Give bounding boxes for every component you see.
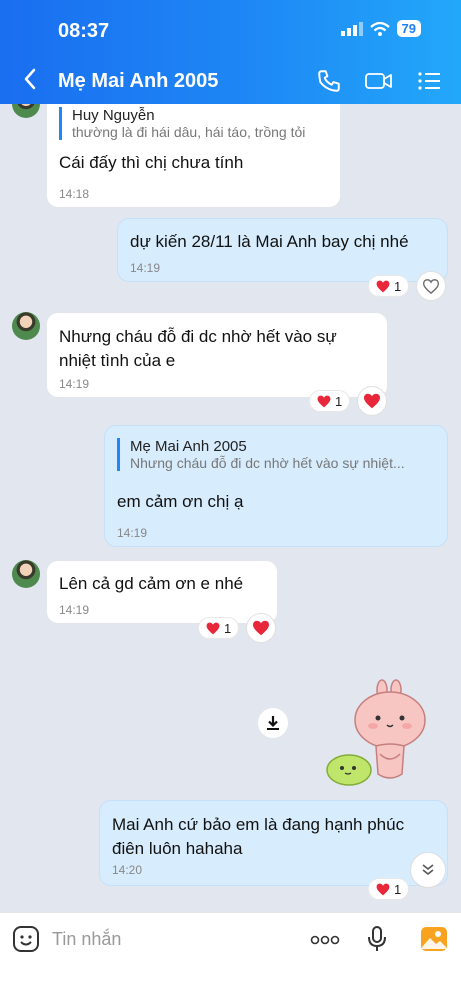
incoming-message[interactable]: Lên cả gd cảm ơn e nhé 14:19 — [46, 560, 278, 624]
heart-icon — [317, 395, 331, 407]
heart-icon — [364, 393, 380, 409]
reply-quote[interactable]: Mẹ Mai Anh 2005 Nhưng cháu đỗ đi dc nhờ … — [117, 438, 405, 471]
battery-indicator: 79 — [396, 20, 421, 37]
message-text: dự kiến 28/11 là Mai Anh bay chị nhé — [130, 232, 409, 251]
outgoing-message[interactable]: Mẹ Mai Anh 2005 Nhưng cháu đỗ đi dc nhờ … — [104, 425, 448, 547]
heart-icon — [206, 622, 220, 634]
download-icon — [267, 716, 279, 730]
reaction-count: 1 — [224, 620, 232, 636]
reply-quote-text: thường là đi hái dâu, hái táo, trồng tỏi — [72, 124, 306, 140]
reaction-summary[interactable]: 1 — [309, 390, 351, 412]
sticker-icon[interactable] — [12, 925, 40, 953]
message-input[interactable]: Tin nhắn — [52, 929, 121, 950]
chat-header: 08:37 79 Mẹ Mai Anh 2005 — [0, 0, 461, 104]
wifi-icon — [369, 21, 390, 36]
status-icons: 79 — [340, 20, 421, 37]
back-icon[interactable] — [22, 66, 38, 92]
reaction-count: 1 — [394, 278, 402, 294]
react-button[interactable] — [357, 386, 387, 416]
conversation-title[interactable]: Mẹ Mai Anh 2005 — [58, 70, 218, 93]
reply-quote[interactable]: Huy Nguyễn thường là đi hái dâu, hái táo… — [59, 107, 305, 140]
reaction-count: 1 — [335, 393, 343, 409]
message-composer: Tin nhắn — [0, 912, 461, 1000]
status-time: 08:37 — [58, 20, 110, 42]
heart-icon — [376, 883, 390, 895]
message-time: 14:19 — [130, 261, 161, 275]
message-text: em cảm ơn chị ạ — [117, 492, 244, 511]
scroll-to-bottom-button[interactable] — [410, 852, 446, 888]
image-icon[interactable] — [420, 925, 448, 953]
bunny-sticker[interactable] — [318, 678, 438, 790]
reaction-summary[interactable]: 1 — [368, 275, 410, 297]
message-text-line: Mai Anh cứ bảo em là đang hạnh phúc — [112, 815, 405, 834]
reply-quote-name: Huy Nguyễn — [72, 107, 155, 124]
message-list[interactable]: Huy Nguyễn thường là đi hái dâu, hái táo… — [0, 104, 461, 912]
react-button[interactable] — [246, 613, 276, 643]
react-button[interactable] — [416, 271, 446, 301]
reaction-count: 1 — [394, 881, 402, 897]
heart-icon — [253, 620, 269, 636]
message-text-line: Nhưng cháu đỗ đi dc nhờ hết vào sự — [59, 327, 337, 346]
more-icon[interactable] — [310, 933, 340, 947]
message-time: 14:19 — [117, 526, 148, 540]
reply-quote-name: Mẹ Mai Anh 2005 — [130, 438, 247, 455]
mic-icon[interactable] — [367, 925, 387, 953]
message-text: Cái đấy thì chị chưa tính — [59, 153, 244, 172]
incoming-message[interactable]: Nhưng cháu đỗ đi dc nhờ hết vào sự nhiệt… — [46, 312, 388, 398]
signal-icon — [340, 21, 363, 36]
message-text-line: nhiệt tình của e — [59, 351, 176, 370]
message-time: 14:19 — [59, 377, 90, 391]
contact-avatar[interactable] — [12, 312, 40, 340]
outgoing-message[interactable]: Mai Anh cứ bảo em là đang hạnh phúc điên… — [99, 800, 448, 886]
video-icon[interactable] — [364, 68, 394, 94]
message-text: Lên cả gd cảm ơn e nhé — [59, 574, 244, 593]
heart-icon — [376, 280, 390, 292]
outgoing-message[interactable]: dự kiến 28/11 là Mai Anh bay chị nhé 14:… — [117, 218, 448, 282]
reaction-summary[interactable]: 1 — [368, 878, 410, 900]
download-sticker-button[interactable] — [258, 708, 288, 738]
chevron-down-icon — [422, 864, 434, 876]
message-text-line: điên luôn hahaha — [112, 839, 243, 858]
incoming-message[interactable]: Huy Nguyễn thường là đi hái dâu, hái táo… — [46, 104, 341, 208]
menu-icon[interactable] — [416, 68, 442, 94]
reaction-summary[interactable]: 1 — [198, 617, 240, 639]
heart-outline-icon — [423, 278, 439, 294]
contact-avatar[interactable] — [12, 104, 40, 118]
message-time: 14:18 — [59, 187, 90, 201]
message-time: 14:20 — [112, 863, 143, 877]
reply-quote-text: Nhưng cháu đỗ đi dc nhờ hết vào sự nhiệt… — [130, 455, 405, 471]
contact-avatar[interactable] — [12, 560, 40, 588]
message-time: 14:19 — [59, 603, 90, 617]
phone-icon[interactable] — [316, 68, 342, 94]
